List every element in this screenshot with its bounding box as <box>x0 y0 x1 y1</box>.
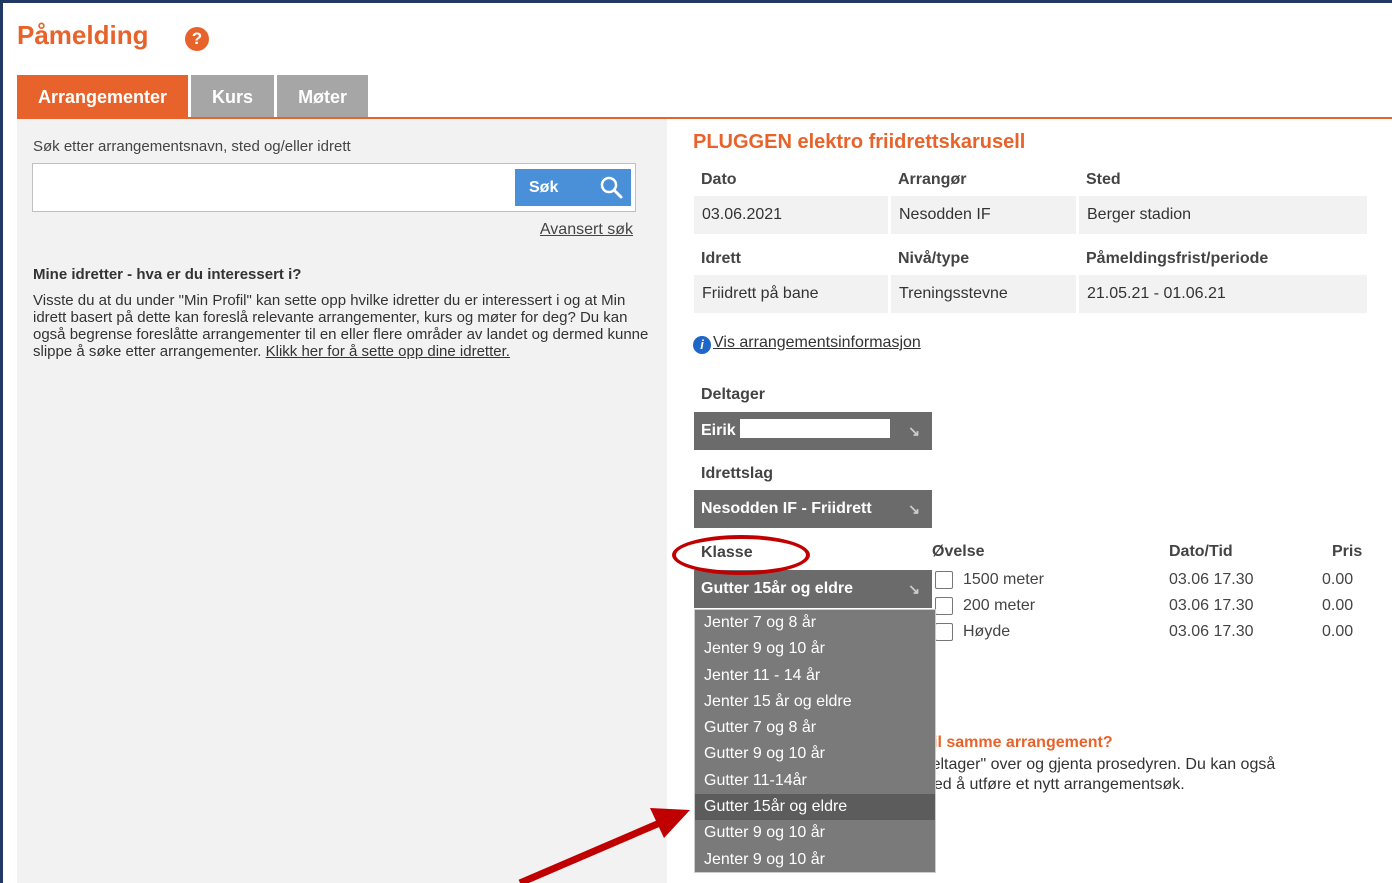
idrettslag-value: Nesodden IF - Friidrett <box>701 500 872 517</box>
header-idrett: Idrett <box>701 250 741 267</box>
my-sports-text: Visste du at du under "Min Profil" kan s… <box>33 292 658 360</box>
my-sports-heading: Mine idretter - hva er du interessert i? <box>33 266 302 283</box>
exercise-row: 1500 meter 03.06 17.30 0.00 <box>935 567 1375 593</box>
idrettslag-dropdown[interactable]: Nesodden IF - Friidrett ↘ <box>694 490 932 528</box>
advanced-search-link[interactable]: Avansert søk <box>540 221 633 239</box>
klasse-option[interactable]: Jenter 11 - 14 år <box>695 663 935 689</box>
tab-moter[interactable]: Møter <box>277 75 369 118</box>
exercise-price: 0.00 <box>1322 597 1354 614</box>
help-icon[interactable]: ? <box>185 27 209 51</box>
dropdown-arrow-icon: ↘ <box>908 581 920 597</box>
header-dato-tid: Dato/Tid <box>1169 543 1233 560</box>
search-icon <box>600 176 623 199</box>
header-sted: Sted <box>1086 171 1121 188</box>
header-niva: Nivå/type <box>898 250 970 267</box>
value-sted: Berger stadion <box>1079 196 1367 234</box>
exercise-price: 0.00 <box>1322 571 1354 588</box>
tab-arrangementer[interactable]: Arrangementer <box>17 75 189 118</box>
klasse-value: Gutter 15år og eldre <box>701 580 854 597</box>
search-panel: Søk etter arrangementsnavn, sted og/elle… <box>17 119 667 883</box>
setup-sports-link[interactable]: Klikk her for å sette opp dine idretter. <box>266 343 510 360</box>
value-dato: 03.06.2021 <box>694 196 888 234</box>
info-icon: i <box>693 336 711 354</box>
more-text-line: t ved å utføre et nytt arrangementsøk. <box>917 776 1185 793</box>
exercise-price: 0.00 <box>1322 623 1354 640</box>
event-title: PLUGGEN elektro friidrettskarusell <box>693 131 1026 153</box>
exercise-row: 200 meter 03.06 17.30 0.00 <box>935 593 1375 619</box>
deltager-label: Deltager <box>701 386 766 403</box>
klasse-option[interactable]: Gutter 9 og 10 år <box>695 820 935 846</box>
page-title: Påmelding <box>17 20 149 50</box>
event-info-label: Vis arrangementsinformasjon <box>713 334 921 351</box>
exercise-time: 03.06 17.30 <box>1169 571 1254 588</box>
klasse-option[interactable]: Jenter 9 og 10 år <box>695 636 935 662</box>
header-frist: Påmeldingsfrist/periode <box>1086 250 1269 267</box>
value-arrangor: Nesodden IF <box>891 196 1076 234</box>
value-frist: 21.05.21 - 01.06.21 <box>1079 275 1367 313</box>
tab-bar: Arrangementer Kurs Møter <box>17 75 371 118</box>
search-input[interactable]: Søk <box>32 163 636 212</box>
exercise-checkbox[interactable] <box>935 597 953 615</box>
exercise-row: Høyde 03.06 17.30 0.00 <box>935 619 1375 645</box>
klasse-option-selected[interactable]: Gutter 15år og eldre <box>695 794 935 821</box>
exercise-name: 200 meter <box>963 597 1036 614</box>
header-arrangor: Arrangør <box>898 171 967 188</box>
event-info-link[interactable]: i Vis arrangementsinformasjon <box>693 334 921 354</box>
klasse-option[interactable]: Gutter 9 og 10 år <box>695 741 935 767</box>
exercise-time: 03.06 17.30 <box>1169 623 1254 640</box>
exercise-name: 1500 meter <box>963 571 1044 588</box>
klasse-options-list: Jenter 7 og 8 år Jenter 9 og 10 år Jente… <box>694 609 936 873</box>
klasse-option[interactable]: Jenter 15 år og eldre <box>695 689 935 715</box>
klasse-option[interactable]: Jenter 9 og 10 år <box>695 847 935 873</box>
deltager-value: Eirik <box>701 422 736 439</box>
klasse-dropdown[interactable]: Gutter 15år og eldre ↘ <box>694 570 932 608</box>
header-pris: Pris <box>1332 543 1363 560</box>
value-idrett: Friidrett på bane <box>694 275 888 313</box>
more-participants-title: r til samme arrangement? <box>917 734 1113 751</box>
search-label: Søk etter arrangementsnavn, sted og/elle… <box>33 138 351 155</box>
more-text-line: "deltager" over og gjenta prosedyren. Du… <box>917 756 1276 773</box>
header-dato: Dato <box>701 171 737 188</box>
more-participants-text: "deltager" over og gjenta prosedyren. Du… <box>917 755 1377 795</box>
exercise-checkbox[interactable] <box>935 623 953 641</box>
search-button-label: Søk <box>529 179 559 196</box>
idrettslag-label: Idrettslag <box>701 465 774 482</box>
dropdown-arrow-icon: ↘ <box>908 423 920 439</box>
deltager-dropdown[interactable]: Eirik ↘ <box>694 412 932 450</box>
klasse-option[interactable]: Gutter 7 og 8 år <box>695 715 935 741</box>
exercise-time: 03.06 17.30 <box>1169 597 1254 614</box>
klasse-option[interactable]: Gutter 11-14år <box>695 768 935 794</box>
exercise-name: Høyde <box>963 623 1011 640</box>
value-niva: Treningsstevne <box>891 275 1076 313</box>
exercise-checkbox[interactable] <box>935 571 953 589</box>
dropdown-arrow-icon: ↘ <box>908 501 920 517</box>
tab-kurs[interactable]: Kurs <box>191 75 275 118</box>
redacted-name <box>739 419 890 438</box>
header-ovelse: Øvelse <box>932 543 985 560</box>
search-button[interactable]: Søk <box>515 169 631 206</box>
annotation-ellipse <box>672 535 810 575</box>
klasse-option[interactable]: Jenter 7 og 8 år <box>695 610 935 636</box>
